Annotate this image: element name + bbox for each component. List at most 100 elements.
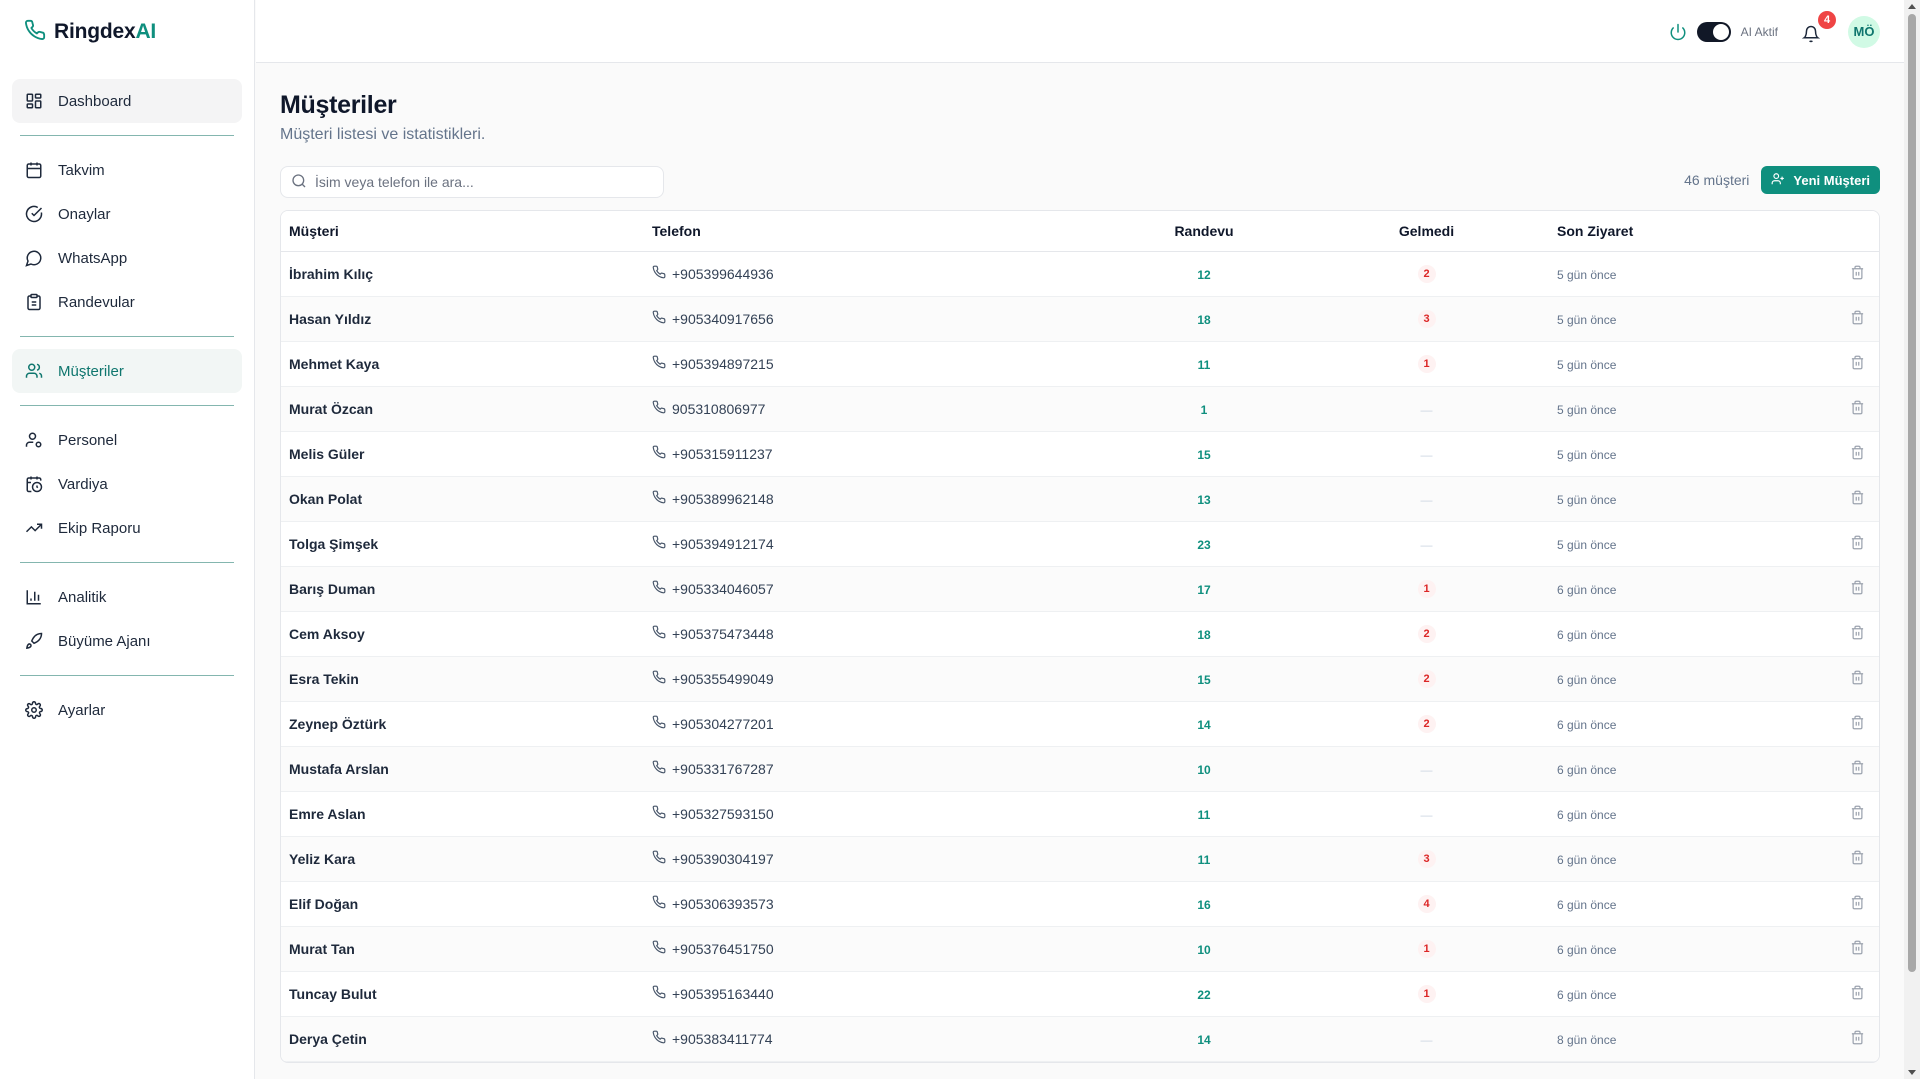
- customer-name[interactable]: Mehmet Kaya: [289, 356, 379, 372]
- scroll-down-arrow[interactable]: [1908, 1070, 1916, 1075]
- phone-number[interactable]: +905331767287: [672, 761, 774, 777]
- new-customer-button[interactable]: Yeni Müşteri: [1761, 166, 1880, 194]
- customer-name[interactable]: Tolga Şimşek: [289, 536, 378, 552]
- table-row[interactable]: Yeliz Kara +905390304197 11 3 6 gün önce: [281, 836, 1879, 882]
- table-row[interactable]: Esra Tekin +905355499049 15 2 6 gün önce: [281, 656, 1879, 702]
- sidebar-item-musteriler[interactable]: Müşteriler: [12, 349, 242, 393]
- trash-icon[interactable]: [1849, 805, 1865, 821]
- phone-number[interactable]: +905395163440: [672, 986, 774, 1002]
- sidebar-item-takvim[interactable]: Takvim: [12, 148, 242, 192]
- customer-name[interactable]: Cem Aksoy: [289, 626, 365, 642]
- sidebar-item-ayarlar[interactable]: Ayarlar: [12, 688, 242, 732]
- phone-number[interactable]: 905310806977: [672, 401, 765, 417]
- customer-name[interactable]: Elif Doğan: [289, 896, 358, 912]
- sidebar-item-analitik[interactable]: Analitik: [12, 575, 242, 619]
- table-row[interactable]: Derya Çetin +905383411774 14 — 8 gün önce: [281, 1016, 1879, 1062]
- phone-number[interactable]: +905315911237: [672, 446, 773, 462]
- sidebar-item-buyume-ajani[interactable]: Büyüme Ajanı: [12, 619, 242, 663]
- customer-name[interactable]: Derya Çetin: [289, 1031, 367, 1047]
- phone-number[interactable]: +905340917656: [672, 311, 774, 327]
- table-row[interactable]: Murat Tan +905376451750 10 1 6 gün önce: [281, 926, 1879, 972]
- customer-name[interactable]: Barış Duman: [289, 581, 375, 597]
- phone-number[interactable]: +905376451750: [672, 941, 774, 957]
- customer-name[interactable]: Okan Polat: [289, 491, 362, 507]
- table-row[interactable]: Murat Özcan 905310806977 1 — 5 gün önce: [281, 386, 1879, 432]
- customer-name[interactable]: İbrahim Kılıç: [289, 266, 373, 282]
- sidebar-item-ekip-raporu[interactable]: Ekip Raporu: [12, 506, 242, 550]
- table-row[interactable]: Tolga Şimşek +905394912174 23 — 5 gün önce: [281, 521, 1879, 567]
- trash-icon[interactable]: [1849, 985, 1865, 1001]
- phone-number[interactable]: +905394912174: [672, 536, 774, 552]
- customer-name[interactable]: Yeliz Kara: [289, 851, 355, 867]
- phone-number[interactable]: +905390304197: [672, 851, 774, 867]
- trash-icon[interactable]: [1849, 355, 1865, 371]
- table-row[interactable]: Mustafa Arslan +905331767287 10 — 6 gün önce: [281, 746, 1879, 792]
- table-row[interactable]: Elif Doğan +905306393573 16 4 6 gün önce: [281, 881, 1879, 927]
- avatar[interactable]: MÖ: [1848, 15, 1880, 48]
- phone-number[interactable]: +905327593150: [672, 806, 774, 822]
- table-row[interactable]: Mehmet Kaya +905394897215 11 1 5 gün önce: [281, 341, 1879, 387]
- customer-name[interactable]: Emre Aslan: [289, 806, 366, 822]
- table-row[interactable]: Okan Polat +905389962148 13 — 5 gün önce: [281, 476, 1879, 522]
- trash-icon[interactable]: [1849, 850, 1865, 866]
- phone-number[interactable]: +905304277201: [672, 716, 774, 732]
- sidebar-item-vardiya[interactable]: Vardiya: [12, 462, 242, 506]
- phone-number[interactable]: +905375473448: [672, 626, 774, 642]
- phone-number[interactable]: +905383411774: [672, 1031, 773, 1047]
- header-no-show[interactable]: Gelmedi: [1304, 211, 1549, 252]
- search-input[interactable]: [315, 174, 645, 190]
- scroll-up-arrow[interactable]: [1908, 4, 1916, 9]
- brand-logo[interactable]: RingdexAI: [0, 0, 254, 63]
- customer-name[interactable]: Mustafa Arslan: [289, 761, 389, 777]
- table-row[interactable]: Barış Duman +905334046057 17 1 6 gün önce: [281, 566, 1879, 612]
- trash-icon[interactable]: [1849, 625, 1865, 641]
- sidebar-item-dashboard[interactable]: Dashboard: [12, 79, 242, 123]
- notifications-button[interactable]: 4: [1801, 10, 1836, 43]
- table-row[interactable]: Tuncay Bulut +905395163440 22 1 6 gün önce: [281, 971, 1879, 1017]
- trash-icon[interactable]: [1849, 670, 1865, 686]
- trash-icon[interactable]: [1849, 265, 1865, 281]
- trash-icon[interactable]: [1849, 580, 1865, 596]
- ai-toggle[interactable]: [1696, 21, 1731, 42]
- trash-icon[interactable]: [1849, 940, 1865, 956]
- phone-number[interactable]: +905394897215: [672, 356, 774, 372]
- sidebar-item-personel[interactable]: Personel: [12, 418, 242, 462]
- trash-icon[interactable]: [1849, 490, 1865, 506]
- header-last-visit[interactable]: Son Ziyaret: [1549, 211, 1819, 252]
- header-phone[interactable]: Telefon: [644, 211, 1104, 252]
- scroll-thumb[interactable]: [1908, 14, 1916, 972]
- trash-icon[interactable]: [1849, 445, 1865, 461]
- trash-icon[interactable]: [1849, 1030, 1865, 1046]
- sidebar-item-whatsapp[interactable]: WhatsApp: [12, 236, 242, 280]
- customer-name[interactable]: Zeynep Öztürk: [289, 716, 386, 732]
- table-row[interactable]: Zeynep Öztürk +905304277201 14 2 6 gün önce: [281, 701, 1879, 747]
- trash-icon[interactable]: [1849, 310, 1865, 326]
- phone-number[interactable]: +905355499049: [672, 671, 774, 687]
- trash-icon[interactable]: [1849, 535, 1865, 551]
- sidebar-item-randevular[interactable]: Randevular: [12, 280, 242, 324]
- header-appointments[interactable]: Randevu: [1104, 211, 1304, 252]
- customer-name[interactable]: Murat Özcan: [289, 401, 373, 417]
- phone-number[interactable]: +905334046057: [672, 581, 774, 597]
- last-visit: 6 gün önce: [1557, 672, 1617, 687]
- trash-icon[interactable]: [1849, 760, 1865, 776]
- table-row[interactable]: İbrahim Kılıç +905399644936 12 2 5 gün önce: [281, 251, 1879, 297]
- customer-name[interactable]: Hasan Yıldız: [289, 311, 371, 327]
- customer-name[interactable]: Tuncay Bulut: [289, 986, 377, 1002]
- phone-number[interactable]: +905399644936: [672, 266, 774, 282]
- phone-number[interactable]: +905306393573: [672, 896, 774, 912]
- phone-number[interactable]: +905389962148: [672, 491, 774, 507]
- table-row[interactable]: Hasan Yıldız +905340917656 18 3 5 gün önce: [281, 296, 1879, 342]
- header-name[interactable]: Müşteri: [281, 211, 644, 252]
- sidebar-item-onaylar[interactable]: Onaylar: [12, 192, 242, 236]
- table-row[interactable]: Melis Güler +905315911237 15 — 5 gün önce: [281, 431, 1879, 477]
- table-row[interactable]: Emre Aslan +905327593150 11 — 6 gün önce: [281, 791, 1879, 837]
- customer-name[interactable]: Melis Güler: [289, 446, 364, 462]
- table-row[interactable]: Cem Aksoy +905375473448 18 2 6 gün önce: [281, 611, 1879, 657]
- customer-name[interactable]: Esra Tekin: [289, 671, 359, 687]
- trash-icon[interactable]: [1849, 715, 1865, 731]
- customer-name[interactable]: Murat Tan: [289, 941, 355, 957]
- trash-icon[interactable]: [1849, 400, 1865, 416]
- trash-icon[interactable]: [1849, 895, 1865, 911]
- page-scrollbar[interactable]: [1904, 0, 1920, 1079]
